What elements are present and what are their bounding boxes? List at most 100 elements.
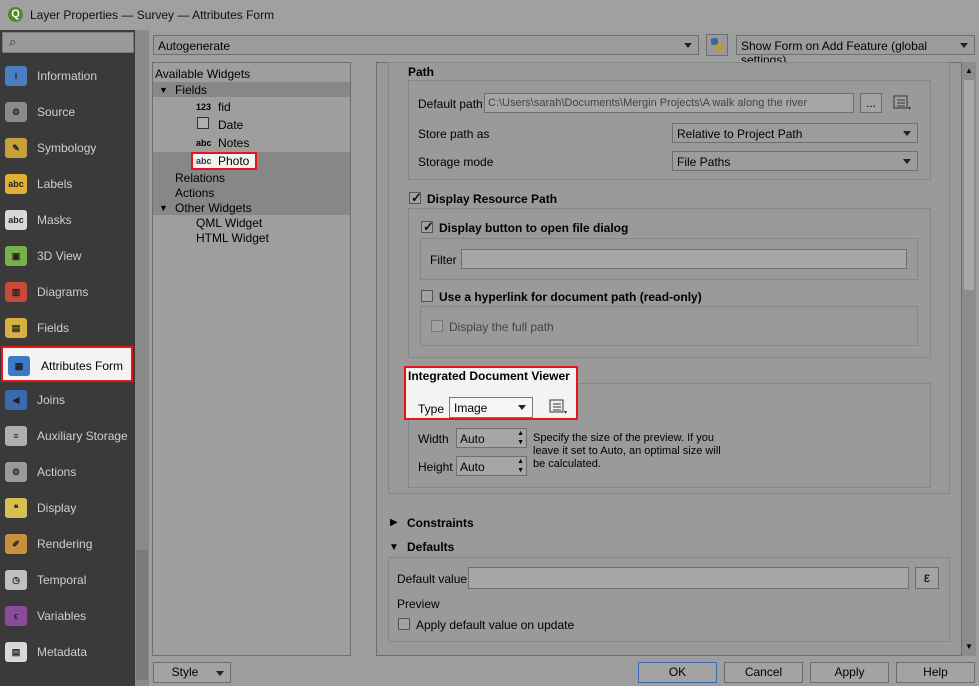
chevron-down-icon [684, 43, 692, 48]
config-scroll-thumb[interactable] [964, 80, 974, 290]
sidebar-item-temporal[interactable]: ◷ Temporal [0, 562, 135, 598]
sidebar-item-source[interactable]: ⚙ Source [0, 94, 135, 130]
tree-field-date[interactable]: Date [153, 117, 350, 132]
sidebar-item-labels[interactable]: abc Labels [0, 166, 135, 202]
sidebar-item-fields[interactable]: ▤ Fields [0, 310, 135, 346]
tree-item-other-widgets[interactable]: ▼ Other Widgets [153, 200, 350, 215]
hyperlink-checkbox[interactable] [421, 290, 433, 302]
apply-on-update-checkbox[interactable] [398, 618, 410, 630]
sidebar-item-display[interactable]: ❝ Display [0, 490, 135, 526]
abc-label-icon: abc [5, 174, 27, 194]
tree-item-relations[interactable]: Relations [153, 170, 350, 185]
constraints-section[interactable]: Constraints [407, 516, 474, 530]
window-title: Layer Properties — Survey — Attributes F… [30, 8, 275, 22]
sidebar-item-diagrams[interactable]: ▥ Diagrams [0, 274, 135, 310]
height-spinbox[interactable]: Auto ▲ ▼ [456, 456, 527, 476]
diagram-icon: ▥ [5, 282, 27, 302]
text-type-icon: abc [196, 138, 212, 148]
collapse-arrow-icon[interactable]: ▼ [159, 203, 168, 213]
chevron-down-icon [216, 671, 224, 676]
sidebar-item-3d-view[interactable]: ▣ 3D View [0, 238, 135, 274]
tree-item-html-widget[interactable]: HTML Widget [153, 230, 350, 245]
metadata-icon: ▤ [5, 642, 27, 662]
python-init-button[interactable] [706, 34, 728, 56]
full-path-checkbox[interactable] [431, 320, 443, 332]
display-button-checkbox[interactable] [421, 219, 434, 235]
tree-item-qml-widget[interactable]: QML Widget [153, 215, 350, 230]
layout-type-combo[interactable]: Autogenerate [153, 35, 699, 55]
collapse-arrow-icon[interactable]: ▼ [389, 542, 399, 553]
clock-icon: ◷ [5, 570, 27, 590]
text-type-icon: abc [196, 156, 212, 166]
default-path-input[interactable]: C:\Users\sarah\Documents\Mergin Projects… [484, 93, 854, 113]
calendar-icon [197, 117, 209, 129]
filter-label: Filter [430, 253, 457, 267]
browse-button[interactable]: ... [860, 93, 882, 113]
storage-mode-label: Storage mode [418, 155, 494, 169]
sidebar-item-actions[interactable]: ⚙ Actions [0, 454, 135, 490]
sidebar-item-label: Temporal [37, 573, 87, 587]
search-icon: ⌕ [9, 34, 17, 49]
defaults-section[interactable]: Defaults [407, 540, 454, 554]
display-resource-path-checkbox[interactable] [409, 190, 422, 206]
sidebar-search-input[interactable]: ⌕ [2, 32, 134, 53]
sidebar-item-information[interactable]: i Information [0, 58, 135, 94]
sidebar-item-rendering[interactable]: ✐ Rendering [0, 526, 135, 562]
tree-item-actions[interactable]: Actions [153, 185, 350, 200]
sidebar-item-attributes-form[interactable]: ▦ Attributes Form [1, 346, 133, 382]
height-label: Height [418, 460, 453, 474]
preview-label: Preview [397, 597, 440, 611]
cancel-button[interactable]: Cancel [724, 662, 803, 683]
splitter-handle[interactable] [358, 62, 376, 656]
sidebar-item-label: Attributes Form [41, 359, 124, 373]
tree-field-photo[interactable]: abc Photo [153, 152, 350, 170]
document-viewer-title: Integrated Document Viewer [408, 369, 570, 383]
sidebar-item-symbology[interactable]: ✎ Symbology [0, 130, 135, 166]
epsilon-icon: ε [5, 606, 27, 626]
sidebar-item-masks[interactable]: abc Masks [0, 202, 135, 238]
spin-arrows-icon[interactable]: ▲ ▼ [517, 457, 524, 475]
sidebar-item-metadata[interactable]: ▤ Metadata [0, 634, 135, 670]
show-form-combo[interactable]: Show Form on Add Feature (global setting… [736, 35, 975, 67]
qgis-app-icon: Q [8, 7, 23, 22]
sidebar-item-variables[interactable]: ε Variables [0, 598, 135, 634]
storage-mode-value: File Paths [677, 155, 731, 169]
style-button[interactable]: Style [153, 662, 231, 683]
filter-input[interactable] [461, 249, 907, 269]
data-defined-override-icon[interactable] [892, 94, 912, 112]
ok-button[interactable]: OK [638, 662, 717, 683]
sidebar-scrollbar[interactable] [135, 30, 149, 686]
default-value-input[interactable] [468, 567, 909, 589]
paintbrush-icon: ✐ [5, 534, 27, 554]
help-button[interactable]: Help [896, 662, 975, 683]
scroll-down-icon[interactable]: ▼ [965, 642, 973, 651]
config-scrollbar[interactable]: ▲ ▼ [962, 62, 976, 656]
spin-arrows-icon[interactable]: ▲ ▼ [517, 429, 524, 447]
tree-field-fid[interactable]: 123 fid [153, 99, 350, 114]
sidebar-scroll-thumb[interactable] [136, 550, 148, 680]
width-spinbox[interactable]: Auto ▲ ▼ [456, 428, 527, 448]
sidebar-item-label: 3D View [37, 249, 82, 263]
tree-field-notes[interactable]: abc Notes [153, 135, 350, 150]
viewer-type-combo[interactable]: Image [449, 397, 533, 418]
viewer-data-defined-icon[interactable] [548, 398, 570, 416]
layout-type-value: Autogenerate [158, 39, 231, 53]
storage-mode-combo[interactable]: File Paths [672, 151, 918, 171]
chevron-down-icon [903, 131, 911, 136]
sidebar-item-label: Labels [37, 177, 73, 191]
cube-icon: ▣ [5, 246, 27, 266]
sidebar-item-auxiliary-storage[interactable]: ≡ Auxiliary Storage [0, 418, 135, 454]
expand-arrow-icon[interactable]: ▶ [390, 517, 398, 528]
tree-item-fields[interactable]: ▼ Fields [153, 82, 350, 97]
sidebar-item-label: Actions [37, 465, 77, 479]
collapse-arrow-icon[interactable]: ▼ [159, 85, 168, 95]
default-value-label: Default value [397, 572, 468, 586]
scroll-up-icon[interactable]: ▲ [965, 66, 973, 75]
apply-button[interactable]: Apply [810, 662, 889, 683]
store-path-combo[interactable]: Relative to Project Path [672, 123, 918, 143]
expression-button[interactable]: ε [915, 567, 939, 589]
speech-bubble-icon: ❝ [5, 498, 27, 518]
sidebar-item-label: Display [37, 501, 77, 515]
default-path-label: Default path [418, 97, 483, 111]
sidebar-item-joins[interactable]: ◀ Joins [0, 382, 135, 418]
